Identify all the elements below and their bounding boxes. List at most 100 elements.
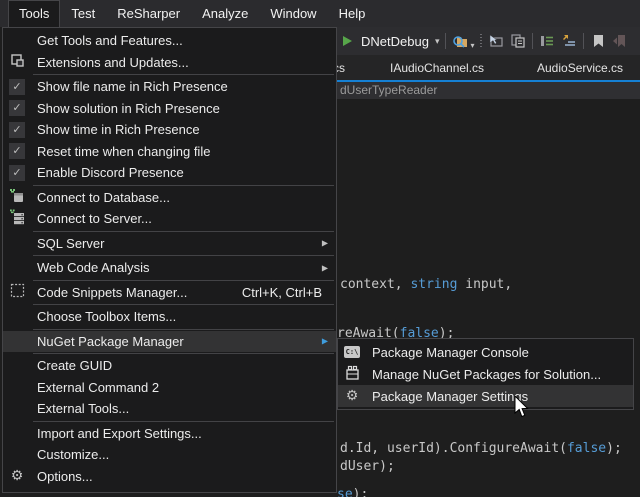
menu-item-label: Show file name in Rich Presence bbox=[37, 79, 228, 94]
menubar-item-window[interactable]: Window bbox=[259, 0, 327, 27]
vs-window: DNetDebug ▾ ▾ bbox=[0, 0, 640, 497]
menu-separator bbox=[33, 421, 334, 422]
menu-item-gutter bbox=[338, 365, 366, 383]
solution-config-dropdown[interactable]: DNetDebug bbox=[361, 34, 429, 49]
code-editor[interactable]: context, string input,reAwait(false);d.I… bbox=[337, 99, 640, 497]
menu-item-extensions-and-updates[interactable]: Extensions and Updates... bbox=[3, 52, 336, 74]
menu-item-import-and-export-settings[interactable]: Import and Export Settings... bbox=[3, 423, 336, 445]
menu-item-package-manager-settings[interactable]: ⚙ Package Manager Settings bbox=[338, 385, 633, 407]
menu-item-package-manager-console[interactable]: C:\ Package Manager Console bbox=[338, 341, 633, 363]
menu-item-shortcut: Ctrl+K, Ctrl+B bbox=[242, 285, 336, 300]
menu-item-label: Show solution in Rich Presence bbox=[37, 101, 220, 116]
toolbar-grip[interactable] bbox=[480, 34, 482, 48]
type-breadcrumb[interactable]: dUserTypeReader bbox=[340, 83, 437, 97]
menu-item-label: Code Snippets Manager... bbox=[37, 285, 187, 300]
decrease-indent-icon[interactable] bbox=[539, 33, 555, 49]
menu-item-gutter: ✓ bbox=[3, 100, 31, 116]
menubar-item-tools[interactable]: Tools bbox=[8, 0, 60, 27]
menubar: ToolsTestReSharperAnalyzeWindowHelp bbox=[0, 0, 640, 27]
menu-separator bbox=[33, 329, 334, 330]
menu-item-gutter: ✓ bbox=[3, 79, 31, 95]
menu-separator bbox=[33, 231, 334, 232]
menu-item-label: Create GUID bbox=[37, 358, 112, 373]
checkmark-icon: ✓ bbox=[9, 165, 25, 181]
menubar-item-resharper[interactable]: ReSharper bbox=[106, 0, 191, 27]
menu-item-label: Package Manager Settings bbox=[372, 389, 528, 404]
menu-item-show-solution-in-rich-presence[interactable]: ✓ Show solution in Rich Presence bbox=[3, 98, 336, 120]
menu-item-code-snippets-manager[interactable]: Code Snippets Manager... Ctrl+K, Ctrl+B bbox=[3, 282, 336, 304]
document-tab-strip: cs IAudioChannel.cs AudioService.cs bbox=[337, 55, 640, 82]
code-line: d.Id, userId).ConfigureAwait(false); bbox=[340, 441, 622, 456]
menu-separator bbox=[33, 280, 334, 281]
checkmark-icon: ✓ bbox=[9, 100, 25, 116]
menu-item-label: Import and Export Settings... bbox=[37, 426, 202, 441]
submenu-arrow-icon: ▶ bbox=[322, 263, 328, 272]
menu-item-label: Enable Discord Presence bbox=[37, 165, 184, 180]
menu-item-choose-toolbox-items[interactable]: Choose Toolbox Items... bbox=[3, 306, 336, 328]
submenu-arrow-icon: ▶ bbox=[322, 239, 328, 248]
find-options-chevron-icon[interactable]: ▾ bbox=[470, 41, 474, 50]
menu-item-sql-server[interactable]: SQL Server ▶ bbox=[3, 233, 336, 255]
menu-item-options[interactable]: ⚙ Options... bbox=[3, 466, 336, 488]
menu-item-gutter: ⚙ bbox=[3, 469, 31, 483]
menu-item-customize[interactable]: Customize... bbox=[3, 444, 336, 466]
menu-item-web-code-analysis[interactable]: Web Code Analysis ▶ bbox=[3, 257, 336, 279]
tab-audioservice[interactable]: AudioService.cs bbox=[537, 61, 623, 75]
menu-item-label: External Tools... bbox=[37, 401, 129, 416]
menu-item-show-file-name-in-rich-presence[interactable]: ✓ Show file name in Rich Presence bbox=[3, 76, 336, 98]
toggle-bookmark-icon[interactable] bbox=[590, 33, 606, 49]
menu-item-connect-to-server[interactable]: Connect to Server... bbox=[3, 208, 336, 230]
menu-item-gutter: ✓ bbox=[3, 165, 31, 181]
gear-icon: ⚙ bbox=[346, 389, 359, 403]
menu-item-gutter bbox=[3, 283, 31, 301]
menu-item-create-guid[interactable]: Create GUID bbox=[3, 355, 336, 377]
editor-navigation-bar[interactable]: dUserTypeReader bbox=[337, 82, 640, 99]
menubar-item-test[interactable]: Test bbox=[60, 0, 106, 27]
find-in-files-icon[interactable] bbox=[452, 33, 468, 49]
menu-item-label: Connect to Database... bbox=[37, 190, 170, 205]
console-icon: C:\ bbox=[344, 346, 361, 358]
submenu-arrow-icon: ▶ bbox=[322, 337, 328, 346]
menu-item-label: Options... bbox=[37, 469, 93, 484]
menu-item-label: Reset time when changing file bbox=[37, 144, 210, 159]
toolbar-separator bbox=[583, 33, 584, 49]
menu-separator bbox=[33, 304, 334, 305]
menu-item-show-time-in-rich-presence[interactable]: ✓Show time in Rich Presence bbox=[3, 119, 336, 141]
previous-bookmark-icon[interactable] bbox=[612, 33, 628, 49]
menu-item-label: NuGet Package Manager bbox=[37, 334, 184, 349]
code-line: context, string input, bbox=[340, 277, 512, 292]
menu-item-label: Web Code Analysis bbox=[37, 260, 150, 275]
tab-iaudiochannel[interactable]: IAudioChannel.cs bbox=[390, 61, 484, 75]
nuget-submenu: C:\ Package Manager Console Manage NuGet P… bbox=[337, 338, 634, 410]
navigate-backward-icon[interactable] bbox=[488, 33, 504, 49]
menu-item-label: Customize... bbox=[37, 447, 109, 462]
menubar-item-help[interactable]: Help bbox=[328, 0, 377, 27]
menu-item-get-tools-and-features[interactable]: Get Tools and Features... bbox=[3, 30, 336, 52]
menu-item-enable-discord-presence[interactable]: ✓ Enable Discord Presence bbox=[3, 162, 336, 184]
menu-item-label: Package Manager Console bbox=[372, 345, 529, 360]
checkmark-icon: ✓ bbox=[9, 143, 25, 159]
chevron-down-icon[interactable]: ▾ bbox=[435, 36, 440, 47]
gear-icon: ⚙ bbox=[11, 469, 24, 483]
menu-item-connect-to-database[interactable]: Connect to Database... bbox=[3, 187, 336, 209]
menu-item-label: SQL Server bbox=[37, 236, 104, 251]
menu-item-reset-time-when-changing-file[interactable]: ✓ Reset time when changing file bbox=[3, 141, 336, 163]
code-snippets-icon bbox=[10, 283, 25, 301]
menu-item-external-tools[interactable]: External Tools... bbox=[3, 398, 336, 420]
menu-item-manage-nuget-packages-for-solution[interactable]: Manage NuGet Packages for Solution... bbox=[338, 363, 633, 385]
toolbar-separator bbox=[445, 33, 446, 49]
menu-item-external-command-2[interactable]: External Command 2 bbox=[3, 377, 336, 399]
checkmark-icon: ✓ bbox=[9, 122, 25, 138]
increase-indent-icon[interactable] bbox=[561, 33, 577, 49]
menu-item-gutter: ✓ bbox=[3, 143, 31, 159]
menu-item-label: Connect to Server... bbox=[37, 211, 152, 226]
copy-reference-icon[interactable] bbox=[510, 33, 526, 49]
start-debug-icon[interactable] bbox=[339, 33, 355, 49]
menu-item-label: External Command 2 bbox=[37, 380, 159, 395]
menu-item-nuget-package-manager[interactable]: NuGet Package Manager ▶ bbox=[3, 331, 336, 353]
menubar-item-analyze[interactable]: Analyze bbox=[191, 0, 259, 27]
code-line: se); bbox=[337, 487, 368, 497]
checkmark-icon: ✓ bbox=[9, 79, 25, 95]
server-connect-icon bbox=[9, 209, 25, 228]
database-connect-icon bbox=[9, 188, 25, 207]
